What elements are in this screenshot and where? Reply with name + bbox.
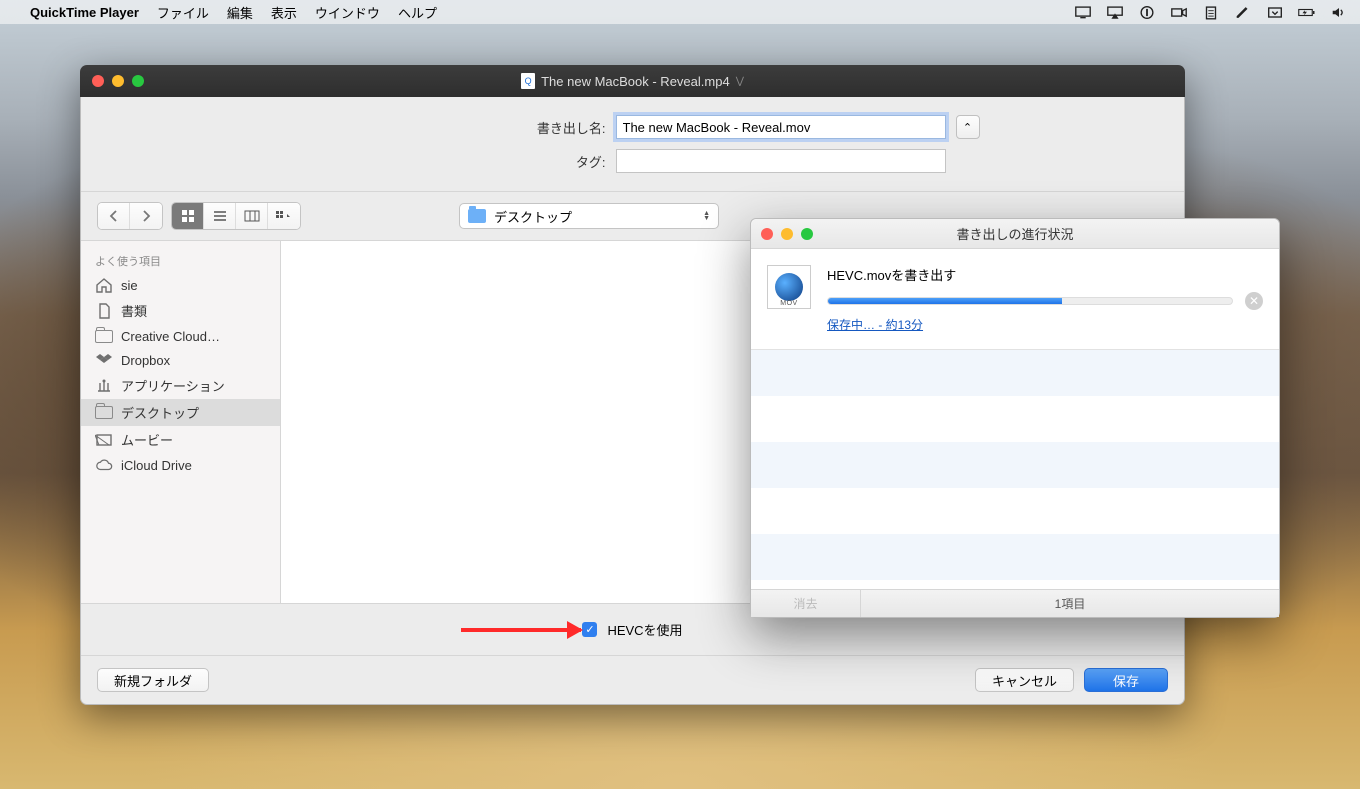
sidebar-item-label: ムービー [121,430,173,449]
menubar: QuickTime Player ファイル 編集 表示 ウインドウ ヘルプ [0,0,1360,24]
progress-close-button[interactable] [761,228,773,240]
sidebar-item-label: Dropbox [121,353,170,368]
progress-titlebar[interactable]: 書き出しの進行状況 [751,219,1279,249]
sidebar-item-0[interactable]: sie [81,273,280,297]
zoom-window-button[interactable] [132,75,144,87]
progress-window-title: 書き出しの進行状況 [751,224,1279,243]
sidebar-item-1[interactable]: 書類 [81,297,280,324]
desktop-icon [95,405,113,421]
menu-view[interactable]: 表示 [271,3,297,22]
tags-input[interactable] [616,149,946,173]
sidebar-item-label: iCloud Drive [121,458,192,473]
sidebar-item-7[interactable]: iCloud Drive [81,453,280,477]
menu-window[interactable]: ウインドウ [315,3,380,22]
progress-item: MOV HEVC.movを書き出す ✕ 保存中… - 約13分 [751,249,1279,350]
camera-icon[interactable] [1170,5,1188,20]
close-window-button[interactable] [92,75,104,87]
forward-button[interactable] [130,203,162,229]
dropdown-icon[interactable] [1266,5,1284,20]
tags-label: タグ: [286,152,606,171]
mov-file-icon: MOV [767,265,811,309]
progress-footer: 消去 1項目 [751,589,1279,617]
sidebar-item-2[interactable]: Creative Cloud… [81,324,280,348]
dropbox-icon [95,352,113,368]
window-title: Q The new MacBook - Reveal.mp4 ⋁ [80,73,1185,89]
hevc-label: HEVCを使用 [607,620,682,639]
finder-sidebar: よく使う項目 sie 書類 Creative Cloud… Dropbox アプリケーシ… [81,241,281,603]
export-name-label: 書き出し名: [286,118,606,137]
save-button[interactable]: 保存 [1084,668,1168,692]
cancel-button[interactable]: キャンセル [975,668,1074,692]
1password-icon[interactable] [1138,5,1156,20]
progress-minimize-button[interactable] [781,228,793,240]
sidebar-item-label: Creative Cloud… [121,329,220,344]
volume-icon[interactable] [1330,5,1348,20]
sidebar-item-label: アプリケーション [121,376,225,395]
cancel-export-button[interactable]: ✕ [1245,292,1263,310]
location-label: デスクトップ [494,207,572,226]
export-name-input[interactable] [616,115,946,139]
view-columns-button[interactable] [236,203,268,229]
progress-empty-rows [751,350,1279,589]
menu-edit[interactable]: 編集 [227,3,253,22]
new-folder-button[interactable]: 新規フォルダ [97,668,209,692]
nav-back-forward [97,202,163,230]
sidebar-item-4[interactable]: アプリケーション [81,372,280,399]
menu-help[interactable]: ヘルプ [398,3,437,22]
progress-status: 保存中… - 約13分 [827,316,1263,333]
menubar-status-area [1074,5,1348,20]
chevron-down-icon: ⋁ [736,76,744,87]
sidebar-favorites-header: よく使う項目 [81,249,280,273]
home-icon [95,277,113,293]
menu-file[interactable]: ファイル [157,3,209,22]
collapse-sheet-button[interactable]: ⌃ [956,115,980,139]
clipboard-icon[interactable] [1202,5,1220,20]
icloud-icon [95,457,113,473]
titlebar[interactable]: Q The new MacBook - Reveal.mp4 ⋁ [80,65,1185,97]
document-icon: Q [521,73,535,89]
clear-button: 消去 [751,590,861,617]
folder-icon [95,328,113,344]
sidebar-item-label: 書類 [121,301,147,320]
movies-icon [95,432,113,448]
location-popup[interactable]: デスクトップ ▲▼ [459,203,719,229]
sidebar-item-label: デスクトップ [121,403,199,422]
view-icons-button[interactable] [172,203,204,229]
sidebar-item-5[interactable]: デスクトップ [81,399,280,426]
updown-icon: ▲▼ [703,211,710,221]
progress-file-name: HEVC.movを書き出す [827,265,1263,284]
view-gallery-button[interactable] [268,203,300,229]
battery-icon[interactable] [1298,5,1316,20]
display-icon[interactable] [1074,5,1092,20]
sidebar-item-6[interactable]: ムービー [81,426,280,453]
progress-bar [827,297,1233,305]
progress-status-link[interactable]: 保存中… - 約13分 [827,318,923,332]
minimize-window-button[interactable] [112,75,124,87]
sidebar-item-3[interactable]: Dropbox [81,348,280,372]
app-menu[interactable]: QuickTime Player [30,5,139,20]
back-button[interactable] [98,203,130,229]
export-progress-window: 書き出しの進行状況 MOV HEVC.movを書き出す ✕ 保存中… - 約13… [750,218,1280,618]
progress-count: 1項目 [861,595,1279,612]
progress-zoom-button[interactable] [801,228,813,240]
view-mode-segment [171,202,301,230]
airplay-icon[interactable] [1106,5,1124,20]
folder-icon [468,209,486,223]
sidebar-item-label: sie [121,278,138,293]
annotation-arrow [461,628,581,632]
sheet-footer: 新規フォルダ キャンセル 保存 [81,656,1184,704]
hevc-checkbox[interactable]: ✓ [582,622,597,637]
chevron-up-icon: ⌃ [963,121,972,134]
apps-icon [95,378,113,394]
doc-icon [95,303,113,319]
pencil-icon[interactable] [1234,5,1252,20]
view-list-button[interactable] [204,203,236,229]
